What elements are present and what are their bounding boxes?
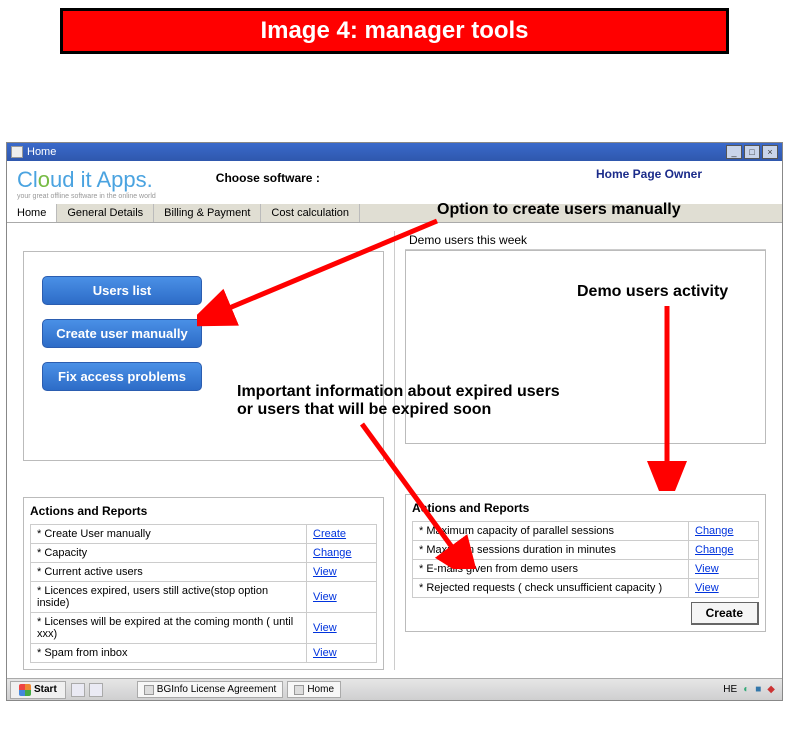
create-report-button[interactable]: Create [691, 602, 759, 625]
quick-launch-icon[interactable] [71, 683, 85, 697]
table-row: * Licences expired, users still active(s… [31, 582, 377, 613]
tab-bar: Home General Details Billing & Payment C… [7, 204, 782, 223]
left-reports-table: * Create User manuallyCreate * CapacityC… [30, 524, 377, 663]
tab-home[interactable]: Home [7, 204, 57, 222]
table-row: * Spam from inboxView [31, 644, 377, 663]
column-divider [394, 231, 395, 670]
view-link[interactable]: View [689, 560, 759, 579]
table-row: * Create User manuallyCreate [31, 525, 377, 544]
tab-general-details[interactable]: General Details [57, 204, 154, 222]
right-reports-panel: Actions and Reports * Maximum capacity o… [405, 494, 766, 632]
left-actions-panel: Users list Create user manually Fix acce… [23, 251, 384, 461]
application-window: Home _ □ × Cloud it Apps. your great off… [6, 142, 783, 701]
table-row: * Maximum capacity of parallel sessionsC… [413, 522, 759, 541]
table-row: * Licenses will be expired at the coming… [31, 613, 377, 644]
start-button[interactable]: Start [10, 681, 66, 699]
choose-software-label: Choose software : [216, 171, 320, 185]
table-row: * CapacityChange [31, 544, 377, 563]
right-reports-table: * Maximum capacity of parallel sessionsC… [412, 521, 759, 598]
window-body: Cloud it Apps. your great offline softwa… [7, 161, 782, 678]
right-column: Demo users this week Actions and Reports… [399, 231, 772, 670]
app-icon [144, 685, 154, 695]
maximize-button[interactable]: □ [744, 145, 760, 159]
create-link[interactable]: Create [307, 525, 377, 544]
window-titlebar: Home _ □ × [7, 143, 782, 161]
app-icon [294, 685, 304, 695]
left-column: Users list Create user manually Fix acce… [17, 231, 390, 670]
tray-icon[interactable]: ◐ [743, 684, 749, 695]
logo-tagline: your great offline software in the onlin… [17, 193, 156, 200]
left-reports-panel: Actions and Reports * Create User manual… [23, 497, 384, 670]
view-link[interactable]: View [307, 563, 377, 582]
table-row: * Maximum sessions duration in minutesCh… [413, 541, 759, 560]
home-page-owner-link[interactable]: Home Page Owner [596, 167, 702, 181]
window-title: Home [27, 146, 56, 158]
reports-title: Actions and Reports [412, 501, 759, 521]
view-link[interactable]: View [307, 644, 377, 663]
fix-access-problems-button[interactable]: Fix access problems [42, 362, 202, 391]
close-button[interactable]: × [762, 145, 778, 159]
change-link[interactable]: Change [689, 522, 759, 541]
image-banner-frame: Image 4: manager tools [60, 8, 729, 54]
taskbar-item-home[interactable]: Home [287, 681, 341, 698]
tray-icon[interactable]: ◆ [767, 684, 775, 695]
window-icon [11, 146, 23, 158]
taskbar: Start BGInfo License Agreement Home HE ◐… [7, 678, 782, 700]
system-tray: HE ◐ ■ ◆ [716, 684, 782, 695]
demo-users-panel [405, 250, 766, 444]
language-indicator[interactable]: HE [723, 684, 737, 695]
create-user-manually-button[interactable]: Create user manually [42, 319, 202, 348]
table-row: * Current active usersView [31, 563, 377, 582]
quick-launch-icon[interactable] [89, 683, 103, 697]
header-row: Cloud it Apps. your great offline softwa… [7, 161, 782, 200]
table-row: * Rejected requests ( check unsufficient… [413, 579, 759, 598]
windows-icon [19, 684, 31, 696]
view-link[interactable]: View [307, 582, 377, 613]
change-link[interactable]: Change [689, 541, 759, 560]
demo-users-header: Demo users this week [405, 231, 766, 250]
tray-icon[interactable]: ■ [755, 684, 761, 695]
table-row: * E-mails given from demo usersView [413, 560, 759, 579]
logo: Cloud it Apps. your great offline softwa… [17, 167, 156, 200]
users-list-button[interactable]: Users list [42, 276, 202, 305]
taskbar-item-bginfo[interactable]: BGInfo License Agreement [137, 681, 284, 698]
main-content: Users list Create user manually Fix acce… [7, 223, 782, 678]
view-link[interactable]: View [689, 579, 759, 598]
tab-cost-calculation[interactable]: Cost calculation [261, 204, 360, 222]
tab-billing-payment[interactable]: Billing & Payment [154, 204, 261, 222]
reports-title: Actions and Reports [30, 504, 377, 524]
image-banner: Image 4: manager tools [63, 11, 726, 51]
view-link[interactable]: View [307, 613, 377, 644]
change-link[interactable]: Change [307, 544, 377, 563]
minimize-button[interactable]: _ [726, 145, 742, 159]
